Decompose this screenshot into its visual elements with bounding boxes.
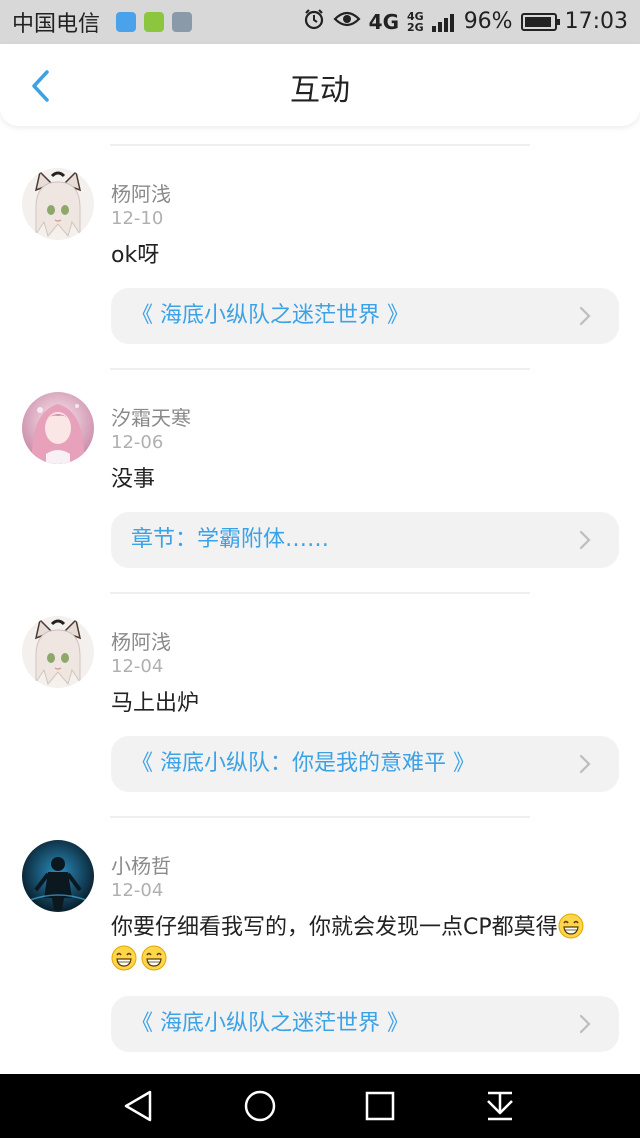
nav-notification-button[interactable] bbox=[482, 1088, 518, 1124]
chevron-right-icon bbox=[579, 1014, 591, 1034]
avatar[interactable] bbox=[22, 840, 94, 912]
linked-work-title: 《 海底小纵队：你是我的意难平 》 bbox=[131, 751, 475, 776]
avatar[interactable] bbox=[22, 392, 94, 464]
avatar-cat-girl-image bbox=[22, 616, 94, 688]
grinning-emoji-icon bbox=[111, 945, 137, 971]
comment-date: 12-06 bbox=[111, 432, 164, 453]
avatar-pink-hair-image bbox=[22, 392, 94, 464]
grinning-emoji-icon bbox=[558, 913, 584, 939]
battery-icon bbox=[520, 13, 560, 31]
battery-fill bbox=[524, 17, 552, 27]
app-icon-gray bbox=[172, 12, 193, 32]
divider bbox=[110, 368, 530, 370]
comment-date: 12-10 bbox=[111, 208, 164, 229]
system-nav-bar bbox=[0, 1074, 640, 1138]
recents-square-icon bbox=[365, 1091, 395, 1121]
avatar[interactable] bbox=[22, 168, 94, 240]
comment-text: 没事 bbox=[111, 467, 156, 492]
comment-text: 马上出炉 bbox=[111, 691, 200, 716]
comment-text: ok呀 bbox=[111, 243, 160, 268]
linked-work-card[interactable]: 《 海底小纵队：你是我的意难平 》 bbox=[111, 736, 619, 792]
network-dual-label: 4G 2G bbox=[407, 11, 424, 33]
page-title: 互动 bbox=[290, 73, 350, 108]
comment-username[interactable]: 汐霜天寒 bbox=[111, 402, 191, 431]
carrier-name: 中国电信 bbox=[12, 12, 101, 37]
avatar-dark-figure-image bbox=[22, 840, 94, 912]
comment-item: 杨阿浅 12-04 马上出炉 《 海底小纵队：你是我的意难平 》 bbox=[0, 588, 640, 812]
linked-work-title: 《 海底小纵队之迷茫世界 》 bbox=[131, 1011, 409, 1036]
comment-text: 你要仔细看我写的，你就会发现一点CP都莫得 bbox=[111, 915, 558, 940]
avatar[interactable] bbox=[22, 616, 94, 688]
grinning-emoji-icon bbox=[141, 945, 167, 971]
clock-time: 17:03 bbox=[564, 9, 628, 34]
comment-username[interactable]: 杨阿浅 bbox=[111, 626, 171, 655]
linked-work-title: 《 海底小纵队之迷茫世界 》 bbox=[131, 303, 409, 328]
back-triangle-icon bbox=[124, 1090, 152, 1122]
home-circle-icon bbox=[244, 1090, 276, 1122]
comment-item: 杨阿浅 12-10 ok呀 《 海底小纵队之迷茫世界 》 bbox=[0, 140, 640, 364]
chevron-right-icon bbox=[579, 306, 591, 326]
divider bbox=[110, 144, 530, 146]
comment-item: 小杨哲 12-04 你要仔细看我写的，你就会发现一点CP都莫得 《 海底小纵队之… bbox=[0, 812, 640, 1074]
status-bar-left: 中国电信 bbox=[12, 6, 193, 38]
comment-date: 12-04 bbox=[111, 880, 164, 901]
linked-chapter-title: 章节：学霸附体…… bbox=[131, 527, 330, 552]
nav-back-button[interactable] bbox=[120, 1088, 156, 1124]
linked-chapter-card[interactable]: 章节：学霸附体…… bbox=[111, 512, 619, 568]
nav-home-button[interactable] bbox=[242, 1088, 278, 1124]
divider bbox=[110, 816, 530, 818]
comment-username[interactable]: 小杨哲 bbox=[111, 850, 171, 879]
comment-username[interactable]: 杨阿浅 bbox=[111, 178, 171, 207]
network-bottom-label: 2G bbox=[407, 21, 424, 34]
comment-item: 汐霜天寒 12-06 没事 章节：学霸附体…… bbox=[0, 364, 640, 588]
interaction-feed: 杨阿浅 12-10 ok呀 《 海底小纵队之迷茫世界 》 汐霜天寒 12-06 … bbox=[0, 140, 640, 1074]
comment-date: 12-04 bbox=[111, 656, 164, 677]
status-bar: 中国电信 4G 4G 2G 96% 17:03 bbox=[0, 0, 640, 44]
top-app-bar: 互动 bbox=[0, 44, 640, 126]
nav-recents-button[interactable] bbox=[362, 1088, 398, 1124]
app-icon-green bbox=[144, 12, 165, 32]
battery-percent: 96% bbox=[463, 9, 513, 34]
notification-pulldown-icon bbox=[487, 1091, 513, 1121]
app-icon-blue bbox=[116, 12, 137, 32]
chevron-right-icon bbox=[579, 754, 591, 774]
divider bbox=[110, 592, 530, 594]
alarm-icon bbox=[303, 8, 325, 36]
linked-work-card[interactable]: 《 海底小纵队之迷茫世界 》 bbox=[111, 996, 619, 1052]
signal-icon bbox=[431, 12, 456, 32]
network-type-label: 4G bbox=[368, 10, 399, 34]
eye-icon bbox=[333, 9, 361, 35]
status-bar-right: 4G 4G 2G 96% 17:03 bbox=[295, 8, 628, 36]
linked-work-card[interactable]: 《 海底小纵队之迷茫世界 》 bbox=[111, 288, 619, 344]
chevron-right-icon bbox=[579, 530, 591, 550]
avatar-cat-girl-image bbox=[22, 168, 94, 240]
comment-text-block: 你要仔细看我写的，你就会发现一点CP都莫得 bbox=[111, 912, 616, 976]
